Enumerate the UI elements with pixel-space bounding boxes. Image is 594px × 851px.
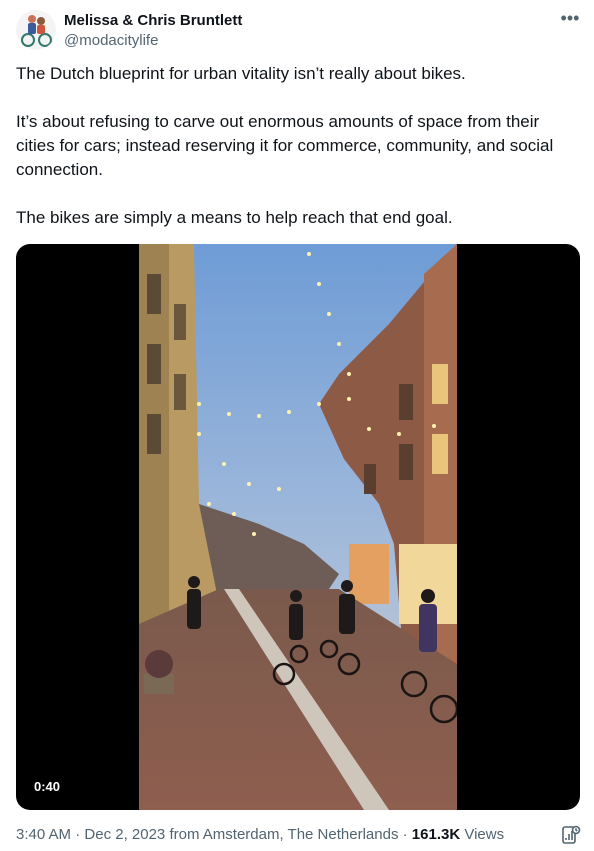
views-label: Views (464, 826, 505, 843)
video-thumbnail (139, 244, 457, 810)
more-icon[interactable]: ••• (558, 9, 582, 34)
tweet-paragraph: The bikes are simply a means to help rea… (16, 208, 453, 227)
video-player[interactable]: 0:40 (16, 244, 580, 810)
avatar[interactable] (16, 10, 56, 50)
location-link[interactable]: Amsterdam, The Netherlands (203, 826, 399, 843)
tweet-paragraph: It’s about refusing to carve out enormou… (16, 112, 554, 179)
video-duration: 0:40 (28, 777, 67, 796)
author-name[interactable]: Melissa & Chris Bruntlett (64, 12, 242, 29)
from-label: from (169, 826, 200, 843)
tweet-date: Dec 2, 2023 (84, 826, 166, 843)
tweet-time: 3:40 AM (16, 826, 72, 843)
views-count: 161.3K (411, 826, 461, 843)
author-handle[interactable]: @modacitylife (64, 32, 158, 49)
analytics-icon[interactable] (560, 824, 582, 846)
timestamp-link[interactable]: 3:40 AM · Dec 2, 2023 (16, 826, 165, 843)
tweet-meta: 3:40 AM · Dec 2, 2023 from Amsterdam, Th… (16, 826, 505, 843)
tweet-text: The Dutch blueprint for urban vitality i… (16, 62, 576, 254)
tweet-header: Melissa & Chris Bruntlett @modacitylife … (16, 8, 582, 54)
tweet-paragraph: The Dutch blueprint for urban vitality i… (16, 64, 466, 83)
